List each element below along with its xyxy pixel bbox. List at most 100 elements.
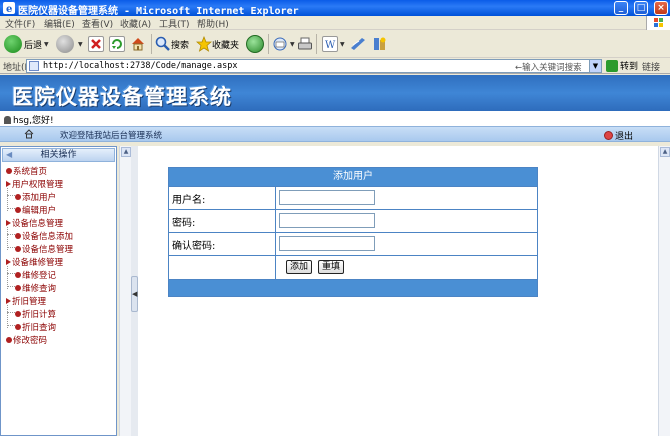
menu-help[interactable]: 帮助(H) <box>197 17 229 30</box>
password-input[interactable] <box>279 213 375 228</box>
menu-favorites[interactable]: 收藏(A) <box>120 17 151 30</box>
user-line: hsg,您好! <box>0 111 670 126</box>
tree-line <box>7 208 15 209</box>
bullet-icon <box>6 337 12 343</box>
sidebar-item-device-manage[interactable]: 设备信息管理 <box>15 243 73 255</box>
main-scrollbar[interactable]: ▲ <box>658 146 670 436</box>
reset-button[interactable]: 重填 <box>318 260 345 274</box>
go-label: 转到 <box>620 62 639 72</box>
address-bar: 地址(D) http://localhost:2738/Code/manage.… <box>0 58 670 74</box>
menu-file[interactable]: 文件(F) <box>5 17 35 30</box>
sidebar-scrollbar[interactable]: ▲ <box>119 146 131 436</box>
expand-arrow-icon <box>6 298 11 304</box>
stop-button[interactable] <box>88 34 104 54</box>
sidebar-item-repair-register[interactable]: 维修登记 <box>15 269 56 281</box>
sidebar-item-depreciation[interactable]: 折旧管理 <box>6 295 46 307</box>
logout-icon <box>604 131 613 140</box>
search-button[interactable]: 搜索 <box>155 34 189 54</box>
logout-label: 退出 <box>615 132 634 142</box>
toolbar-separator <box>268 34 269 54</box>
star-icon <box>195 35 213 52</box>
refresh-button[interactable] <box>109 34 125 54</box>
username-input[interactable] <box>279 190 375 205</box>
windows-flag-icon <box>646 16 670 30</box>
stop-icon <box>88 36 104 52</box>
menu-bar: 文件(F) 编辑(E) 查看(V) 收藏(A) 工具(T) 帮助(H) <box>0 16 670 30</box>
research-button[interactable] <box>372 34 388 54</box>
menu-tools[interactable]: 工具(T) <box>159 17 190 30</box>
username-row: 用户名: <box>169 186 537 209</box>
home-icon[interactable] <box>24 129 34 139</box>
logout-button[interactable]: 退出 <box>604 129 633 142</box>
sidebar-item-user-permissions[interactable]: 用户权限管理 <box>6 178 63 190</box>
sidebar-item-depreciation-calc[interactable]: 折旧计算 <box>15 308 56 320</box>
cell-divider <box>275 256 276 279</box>
mail-button[interactable]: ▼ <box>272 34 295 54</box>
minimize-button[interactable]: _ <box>614 1 628 15</box>
svg-text:W: W <box>325 40 336 51</box>
chevron-left-icon[interactable]: ◀ <box>6 149 12 161</box>
user-greeting-text: hsg,您好! <box>13 116 54 126</box>
chevron-down-icon[interactable]: ▼ <box>44 41 49 48</box>
sidebar-item-repair[interactable]: 设备维修管理 <box>6 256 63 268</box>
add-button[interactable]: 添加 <box>286 260 313 274</box>
history-icon <box>246 35 264 53</box>
messenger-icon <box>350 36 366 52</box>
actions-row: 添加 重填 <box>169 255 537 279</box>
links-button[interactable]: 链接 <box>642 60 660 73</box>
print-button[interactable] <box>297 34 313 54</box>
forward-arrow-icon <box>56 35 74 53</box>
chevron-down-icon[interactable]: ▼ <box>290 41 295 48</box>
sidebar-item-home[interactable]: 系统首页 <box>6 165 47 177</box>
favorites-button[interactable]: 收藏夹 <box>195 34 239 54</box>
scroll-up-icon[interactable]: ▲ <box>660 147 670 157</box>
maximize-button[interactable]: □ <box>634 1 648 15</box>
bullet-icon <box>15 311 21 317</box>
sidebar-item-device-add[interactable]: 设备信息添加 <box>15 230 73 242</box>
address-input[interactable]: http://localhost:2738/Code/manage.aspx ←… <box>26 59 602 73</box>
search-label: 搜索 <box>171 40 190 51</box>
home-button[interactable] <box>130 34 146 54</box>
sidebar-item-add-user[interactable]: 添加用户 <box>15 191 56 203</box>
collapse-sidebar-handle[interactable]: ◀ <box>131 276 138 312</box>
address-url[interactable]: http://localhost:2738/Code/manage.aspx <box>43 61 237 71</box>
expand-arrow-icon <box>6 259 11 265</box>
sidebar-item-device-info[interactable]: 设备信息管理 <box>6 217 63 229</box>
menu-edit[interactable]: 编辑(E) <box>44 17 75 30</box>
word-doc-icon: W <box>322 36 338 52</box>
chevron-down-icon[interactable]: ▼ <box>340 41 345 48</box>
messenger-button[interactable] <box>350 34 366 54</box>
confirm-password-input[interactable] <box>279 236 375 251</box>
go-button[interactable]: 转到 <box>606 59 638 72</box>
chevron-down-icon[interactable]: ▼ <box>589 60 601 72</box>
bullet-icon <box>15 272 21 278</box>
window-title-bar: e 医院仪器设备管理系统 - Microsoft Internet Explor… <box>0 0 670 17</box>
frame-splitter[interactable]: ◀ <box>131 146 138 436</box>
sidebar-item-depreciation-query[interactable]: 折旧查询 <box>15 321 56 333</box>
window-title: 医院仪器设备管理系统 - Microsoft Internet Explorer <box>18 6 299 17</box>
menu-view[interactable]: 查看(V) <box>82 17 113 30</box>
sidebar: ◀ 相关操作 系统首页 用户权限管理 添加用户 编辑用户 设备信息管理 设备信息… <box>0 146 117 436</box>
sidebar-item-repair-query[interactable]: 维修查询 <box>15 282 56 294</box>
page-header: 医院仪器设备管理系统 <box>0 75 670 111</box>
svg-text:e: e <box>6 4 12 14</box>
edit-button[interactable]: W ▼ <box>322 34 345 54</box>
keyword-search-hint[interactable]: ←输入关键词搜索 <box>515 61 582 73</box>
tree-line <box>7 247 15 248</box>
go-arrow-icon <box>606 59 618 72</box>
research-icon <box>372 36 388 52</box>
page-icon <box>29 61 39 71</box>
history-button[interactable] <box>246 34 266 54</box>
back-button[interactable]: 后退 ▼ <box>4 34 49 54</box>
cell-divider <box>275 187 276 209</box>
sidebar-item-change-password[interactable]: 修改密码 <box>6 334 47 346</box>
sidebar-item-edit-user[interactable]: 编辑用户 <box>15 204 56 216</box>
user-greeting: hsg,您好! <box>4 113 54 126</box>
forward-button[interactable]: ▼ <box>56 34 83 54</box>
chevron-down-icon[interactable]: ▼ <box>78 41 83 48</box>
close-button[interactable]: × <box>654 1 668 15</box>
refresh-icon <box>109 36 125 52</box>
tree-line <box>7 325 15 326</box>
home-icon <box>130 36 146 52</box>
scroll-up-icon[interactable]: ▲ <box>121 147 131 157</box>
